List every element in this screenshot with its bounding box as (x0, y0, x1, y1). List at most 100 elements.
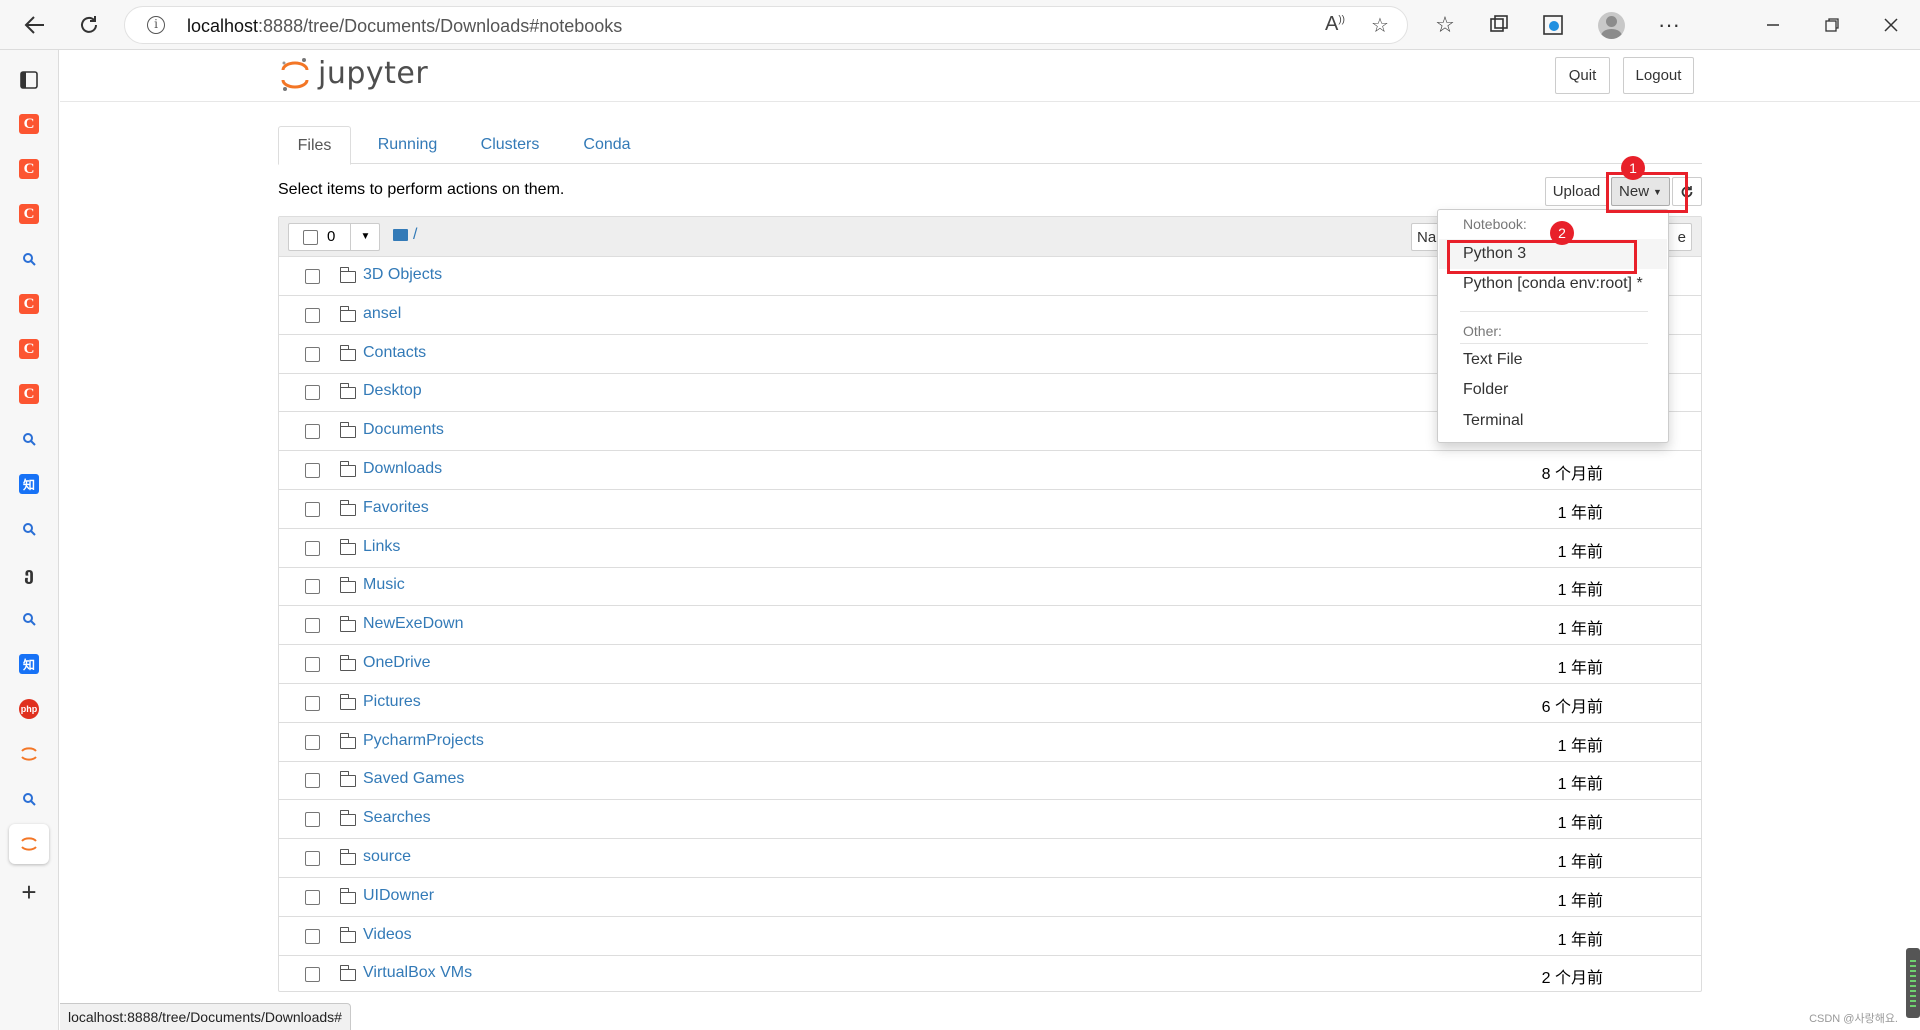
csdn-icon[interactable]: C (19, 159, 39, 179)
add-icon[interactable]: + (19, 877, 39, 907)
file-name-link[interactable]: Desktop (363, 382, 422, 400)
back-arrow-icon[interactable] (16, 6, 54, 44)
tab-files[interactable]: Files (278, 126, 351, 165)
address-text[interactable]: localhost:8888/tree/Documents/Downloads#… (187, 16, 622, 37)
jupyter-icon[interactable] (19, 834, 39, 854)
csdn-icon[interactable]: C (19, 114, 39, 134)
file-name-link[interactable]: Downloads (363, 460, 442, 478)
more-options-icon[interactable]: ··· (1650, 6, 1688, 44)
file-name-link[interactable]: Links (363, 538, 400, 556)
table-row[interactable]: Pictures 6 个月前 (279, 684, 1701, 723)
search-icon[interactable] (19, 789, 39, 809)
file-name-link[interactable]: VirtualBox VMs (363, 964, 472, 982)
row-checkbox[interactable] (305, 501, 320, 517)
file-name-link[interactable]: Videos (363, 926, 412, 944)
breadcrumb-root[interactable]: / (413, 226, 417, 244)
jupyter-logo[interactable]: jupyter (280, 56, 430, 96)
upload-button[interactable]: Upload (1545, 177, 1608, 206)
add-favorite-icon[interactable]: ☆ (1371, 13, 1389, 38)
table-row[interactable]: Downloads 8 个月前 (279, 451, 1701, 490)
row-checkbox[interactable] (305, 851, 320, 866)
refresh-icon[interactable] (70, 6, 108, 44)
row-checkbox[interactable] (305, 618, 320, 634)
table-row[interactable]: PycharmProjects 1 年前 (279, 723, 1701, 762)
menu-item-folder[interactable]: Folder (1463, 381, 1508, 399)
table-row[interactable]: Music 1 年前 (279, 567, 1701, 607)
php-icon[interactable]: php (19, 699, 39, 719)
quit-button[interactable]: Quit (1555, 57, 1610, 94)
table-row[interactable]: UIDowner 1 年前 (279, 878, 1701, 917)
table-row[interactable]: Videos 1 年前 (279, 917, 1701, 956)
csdn-icon[interactable]: C (19, 294, 39, 314)
table-row[interactable]: OneDrive 1 年前 (279, 645, 1701, 684)
collections-icon[interactable] (1480, 6, 1518, 44)
table-row[interactable]: VirtualBox VMs 2 个月前 (279, 955, 1701, 994)
table-row[interactable]: Searches 1 年前 (279, 800, 1701, 840)
profile-avatar[interactable] (1598, 12, 1625, 39)
search-icon[interactable] (19, 519, 39, 539)
file-name-link[interactable]: Saved Games (363, 770, 464, 788)
read-aloud-icon[interactable]: A)) (1325, 13, 1345, 36)
select-dropdown-caret-icon[interactable]: ▼ (350, 224, 380, 250)
jupyter-icon[interactable] (19, 744, 39, 764)
row-checkbox[interactable] (305, 734, 320, 750)
tab-running[interactable]: Running (360, 126, 455, 164)
file-name-link[interactable]: ansel (363, 305, 401, 323)
file-name-link[interactable]: Pictures (363, 693, 421, 711)
csdn-icon[interactable]: C (19, 384, 39, 404)
edge-icon[interactable] (1534, 6, 1572, 44)
zhihu-icon[interactable]: 知 (19, 654, 39, 674)
file-name-link[interactable]: PycharmProjects (363, 732, 484, 750)
restore-icon[interactable] (1813, 6, 1851, 44)
menu-item-terminal[interactable]: Terminal (1463, 412, 1523, 430)
file-name-link[interactable]: source (363, 848, 411, 866)
row-checkbox[interactable] (305, 463, 320, 478)
row-checkbox[interactable] (305, 540, 320, 556)
layout-icon[interactable] (19, 70, 39, 90)
tab-conda[interactable]: Conda (564, 126, 650, 164)
menu-item-python-conda-root[interactable]: Python [conda env:root] * (1463, 275, 1643, 293)
tab-clusters[interactable]: Clusters (462, 126, 558, 164)
script-icon[interactable]: ე (19, 564, 39, 584)
row-checkbox[interactable] (305, 889, 320, 905)
select-all-checkbox[interactable] (303, 230, 318, 245)
minimize-icon[interactable] (1754, 6, 1792, 44)
file-name-link[interactable]: 3D Objects (363, 266, 442, 284)
table-row[interactable]: NewExeDown 1 年前 (279, 606, 1701, 646)
menu-item-text-file[interactable]: Text File (1463, 351, 1523, 369)
table-row[interactable]: Favorites 1 年前 (279, 490, 1701, 529)
file-name-link[interactable]: Favorites (363, 499, 429, 517)
row-checkbox[interactable] (305, 346, 320, 362)
table-row[interactable]: Links 1 年前 (279, 529, 1701, 568)
file-name-link[interactable]: OneDrive (363, 654, 431, 672)
file-name-link[interactable]: NewExeDown (363, 615, 463, 633)
file-name-link[interactable]: Contacts (363, 344, 426, 362)
row-checkbox[interactable] (305, 579, 320, 595)
row-checkbox[interactable] (305, 424, 320, 440)
search-icon[interactable] (19, 249, 39, 269)
favorites-icon[interactable]: ☆ (1426, 6, 1464, 44)
table-row[interactable]: source 1 年前 (279, 839, 1701, 878)
row-checkbox[interactable] (305, 967, 320, 983)
csdn-icon[interactable]: C (19, 204, 39, 224)
file-name-link[interactable]: Music (363, 576, 405, 594)
row-checkbox[interactable] (305, 307, 320, 323)
table-row[interactable]: Saved Games 1 年前 (279, 761, 1701, 801)
file-name-link[interactable]: UIDowner (363, 887, 434, 905)
zhihu-icon[interactable]: 知 (19, 474, 39, 494)
site-info-icon[interactable]: i (147, 16, 165, 34)
row-checkbox[interactable] (305, 657, 320, 672)
row-checkbox[interactable] (305, 773, 320, 789)
row-checkbox[interactable] (305, 695, 320, 711)
search-icon[interactable] (19, 609, 39, 629)
row-checkbox[interactable] (305, 928, 320, 944)
file-name-link[interactable]: Searches (363, 809, 431, 827)
address-bar[interactable]: i localhost:8888/tree/Documents/Download… (124, 6, 1408, 44)
row-checkbox[interactable] (305, 269, 320, 284)
file-name-link[interactable]: Documents (363, 421, 444, 439)
logout-button[interactable]: Logout (1623, 57, 1694, 94)
csdn-icon[interactable]: C (19, 339, 39, 359)
row-checkbox[interactable] (305, 812, 320, 828)
row-checkbox[interactable] (305, 385, 320, 401)
close-icon[interactable] (1872, 6, 1910, 44)
